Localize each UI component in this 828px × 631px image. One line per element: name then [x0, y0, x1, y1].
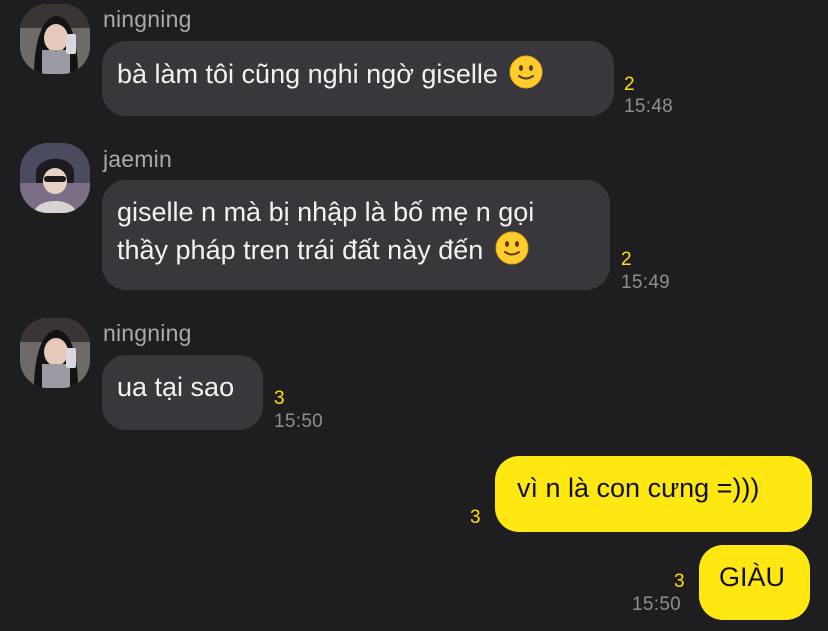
message-text: ua tại sao	[117, 372, 235, 402]
message-bubble[interactable]: giselle n mà bị nhập là bố mẹ n gọi thầy…	[102, 180, 610, 290]
message-bubble[interactable]: bà làm tôi cũng nghi ngờ giselle	[102, 41, 614, 116]
message-timestamp: 15:50	[632, 594, 682, 615]
message-bubble[interactable]: ua tại sao	[102, 355, 263, 430]
message-text-line: thầy pháp tren trái đất này đến	[117, 235, 484, 265]
message-timestamp: 15:49	[621, 272, 671, 293]
avatar[interactable]	[20, 318, 90, 388]
slight-smile-emoji-icon	[509, 55, 543, 89]
chat-message-list[interactable]: ningning bà làm tôi cũng nghi ngờ gisell…	[0, 0, 828, 631]
jaemin-avatar-icon	[20, 143, 90, 213]
ningning-avatar-icon	[20, 4, 90, 74]
message-bubble-outgoing[interactable]: GIÀU	[699, 545, 810, 620]
unread-count: 2	[624, 74, 635, 95]
slight-smile-emoji-icon	[495, 231, 529, 265]
message-text-line: giselle n mà bị nhập là bố mẹ n gọi	[117, 197, 535, 227]
message-timestamp: 15:50	[274, 411, 324, 432]
message-text: vì n là con cưng =)))	[517, 473, 760, 503]
sender-name: jaemin	[103, 146, 172, 172]
unread-count: 2	[621, 249, 632, 270]
message-bubble-outgoing[interactable]: vì n là con cưng =)))	[495, 456, 812, 532]
unread-count: 3	[470, 507, 481, 528]
sender-name: ningning	[103, 6, 192, 32]
message-text: bà làm tôi cũng nghi ngờ giselle	[117, 59, 498, 89]
ningning-avatar-icon	[20, 318, 90, 388]
unread-count: 3	[674, 571, 685, 592]
unread-count: 3	[274, 388, 285, 409]
message-timestamp: 15:48	[624, 96, 674, 117]
avatar[interactable]	[20, 143, 90, 213]
sender-name: ningning	[103, 320, 192, 346]
message-text: GIÀU	[719, 562, 786, 592]
avatar[interactable]	[20, 4, 90, 74]
